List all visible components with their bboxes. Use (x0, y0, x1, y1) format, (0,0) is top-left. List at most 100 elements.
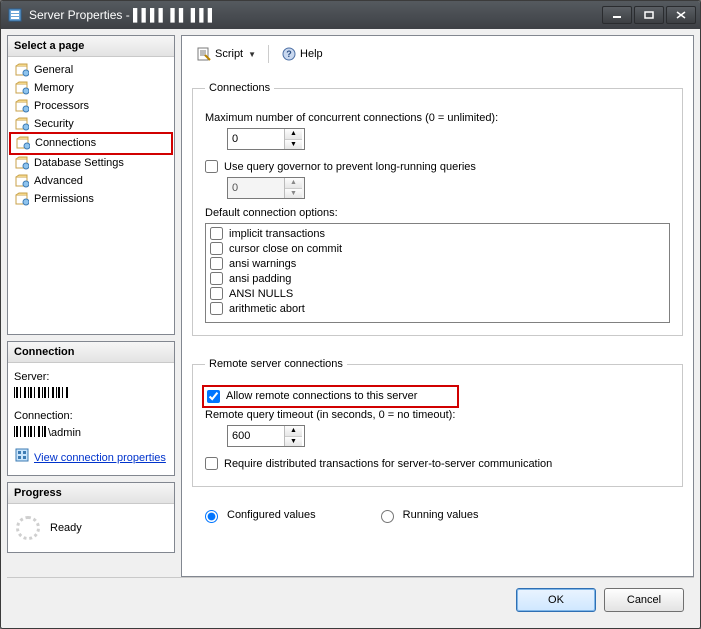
svg-text:?: ? (286, 49, 292, 59)
option-label: ansi warnings (229, 258, 296, 270)
connection-header: Connection (8, 342, 174, 363)
connection-value: \admin (14, 425, 168, 442)
values-radio-group: Configured values Running values (192, 501, 683, 525)
left-column: Select a page General Memory Processors … (7, 35, 175, 577)
allow-remote-label: Allow remote connections to this server (226, 390, 417, 403)
progress-header: Progress (8, 483, 174, 504)
page-item-advanced[interactable]: Advanced (10, 172, 172, 190)
allow-remote-checkbox[interactable] (207, 390, 220, 403)
page-icon (14, 98, 30, 114)
running-values-radio[interactable]: Running values (376, 507, 479, 523)
option-label: ANSI NULLS (229, 288, 293, 300)
minimize-button[interactable] (602, 6, 632, 24)
page-label: Advanced (34, 175, 83, 187)
server-label: Server: (14, 369, 168, 386)
option-label: arithmetic abort (229, 303, 305, 315)
option-label: implicit transactions (229, 228, 325, 240)
require-dtc-label: Require distributed transactions for ser… (224, 458, 552, 470)
page-item-security[interactable]: Security (10, 115, 172, 133)
chevron-down-icon: ▼ (248, 50, 256, 59)
remote-timeout-input[interactable] (228, 426, 284, 446)
query-governor-checkbox[interactable] (205, 160, 218, 173)
page-item-connections[interactable]: Connections (11, 134, 171, 152)
max-connections-input[interactable] (228, 129, 284, 149)
max-connections-spinner[interactable]: ▲▼ (227, 128, 305, 150)
page-item-permissions[interactable]: Permissions (10, 190, 172, 208)
page-icon (14, 173, 30, 189)
server-properties-window: Server Properties - ▌▌▌▌ ▌▌ ▌▌▌ Select a… (0, 0, 701, 629)
select-page-panel: Select a page General Memory Processors … (7, 35, 175, 335)
query-governor-label: Use query governor to prevent long-runni… (224, 161, 476, 173)
spin-up-icon: ▲ (285, 178, 302, 188)
script-button[interactable]: Script ▼ (192, 44, 260, 64)
page-item-processors[interactable]: Processors (10, 97, 172, 115)
option-item[interactable]: cursor close on commit (210, 241, 665, 256)
close-button[interactable] (666, 6, 696, 24)
script-label: Script (215, 48, 243, 60)
connections-legend: Connections (205, 82, 274, 94)
content-toolbar: Script ▼ ? Help (192, 42, 683, 74)
default-options-list[interactable]: implicit transactions cursor close on co… (205, 223, 670, 323)
spin-up-icon[interactable]: ▲ (285, 129, 302, 139)
option-checkbox[interactable] (210, 242, 223, 255)
page-item-general[interactable]: General (10, 61, 172, 79)
configured-values-radio[interactable]: Configured values (200, 507, 316, 523)
connections-highlight: Connections (9, 132, 173, 155)
option-item[interactable]: arithmetic abort (210, 301, 665, 316)
spin-down-icon[interactable]: ▼ (285, 139, 302, 150)
remote-timeout-spinner[interactable]: ▲▼ (227, 425, 305, 447)
page-icon (14, 116, 30, 132)
option-checkbox[interactable] (210, 287, 223, 300)
progress-status: Ready (50, 522, 82, 534)
page-label: Memory (34, 82, 74, 94)
option-item[interactable]: ansi warnings (210, 256, 665, 271)
view-connection-properties-link[interactable]: View connection properties (34, 450, 166, 467)
option-checkbox[interactable] (210, 272, 223, 285)
page-item-memory[interactable]: Memory (10, 79, 172, 97)
page-icon (14, 191, 30, 207)
option-item[interactable]: ANSI NULLS (210, 286, 665, 301)
option-checkbox[interactable] (210, 257, 223, 270)
remote-connections-group: Remote server connections Allow remote c… (192, 358, 683, 487)
help-button[interactable]: ? Help (277, 44, 327, 64)
option-item[interactable]: implicit transactions (210, 226, 665, 241)
help-label: Help (300, 48, 323, 60)
spin-down-icon: ▼ (285, 188, 302, 199)
window-title: Server Properties - ▌▌▌▌ ▌▌ ▌▌▌ (29, 8, 600, 22)
titlebar[interactable]: Server Properties - ▌▌▌▌ ▌▌ ▌▌▌ (1, 1, 700, 29)
script-icon (196, 46, 212, 62)
connection-panel: Connection Server: Connection: \admin Vi… (7, 341, 175, 476)
ok-button[interactable]: OK (516, 588, 596, 612)
query-governor-spinner: ▲▼ (227, 177, 305, 199)
option-item[interactable]: ansi padding (210, 271, 665, 286)
page-item-database-settings[interactable]: Database Settings (10, 154, 172, 172)
option-label: cursor close on commit (229, 243, 342, 255)
progress-spinner-icon (16, 516, 40, 540)
cancel-button[interactable]: Cancel (604, 588, 684, 612)
help-icon: ? (281, 46, 297, 62)
spin-up-icon[interactable]: ▲ (285, 426, 302, 436)
dialog-footer: OK Cancel (7, 577, 694, 622)
select-page-header: Select a page (8, 36, 174, 57)
allow-remote-highlight: Allow remote connections to this server (202, 385, 459, 408)
server-value (14, 386, 168, 403)
progress-panel: Progress Ready (7, 482, 175, 553)
page-label: General (34, 64, 73, 76)
toolbar-separator (268, 45, 269, 63)
page-label: Connections (35, 137, 96, 149)
require-dtc-checkbox[interactable] (205, 457, 218, 470)
option-label: ansi padding (229, 273, 291, 285)
connections-group: Connections Maximum number of concurrent… (192, 82, 683, 336)
option-checkbox[interactable] (210, 227, 223, 240)
page-list: General Memory Processors Security Conne… (8, 57, 174, 212)
page-icon (14, 155, 30, 171)
page-label: Database Settings (34, 157, 124, 169)
max-conn-label: Maximum number of concurrent connections… (205, 112, 670, 124)
page-label: Processors (34, 100, 89, 112)
option-checkbox[interactable] (210, 302, 223, 315)
page-label: Security (34, 118, 74, 130)
app-icon (7, 7, 23, 23)
spin-down-icon[interactable]: ▼ (285, 436, 302, 447)
page-icon (15, 135, 31, 151)
maximize-button[interactable] (634, 6, 664, 24)
